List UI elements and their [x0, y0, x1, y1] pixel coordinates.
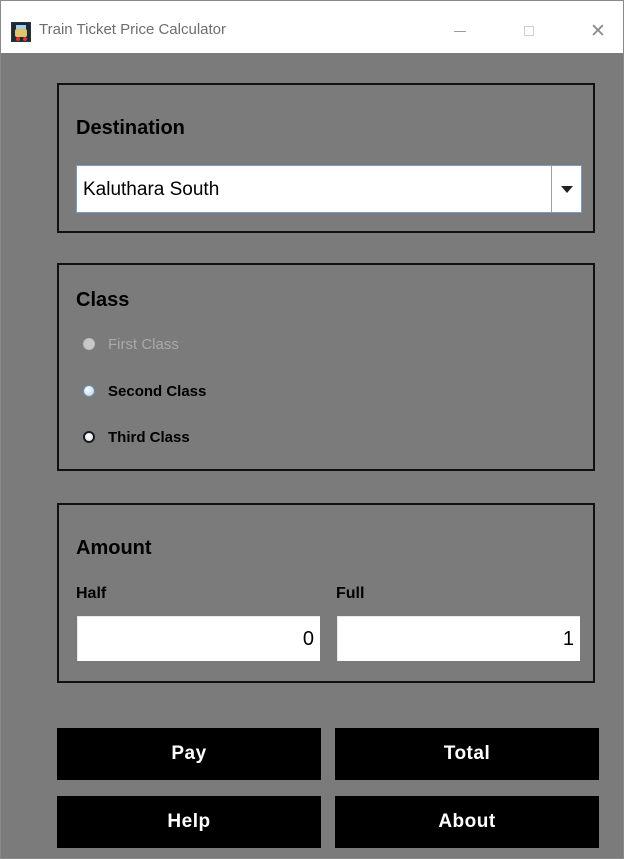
maximize-icon [524, 26, 534, 36]
destination-selected-value: Kaluthara South [83, 179, 220, 200]
half-quantity-value: 0 [302, 628, 314, 650]
train-icon [11, 22, 31, 42]
dropdown-arrow-button[interactable] [551, 166, 581, 212]
full-label: Full [336, 585, 365, 602]
chevron-down-icon [560, 185, 573, 193]
destination-heading: Destination [76, 117, 185, 139]
total-button[interactable]: Total [335, 728, 599, 780]
destination-dropdown[interactable]: Kaluthara South [76, 165, 582, 213]
close-button[interactable]: ✕ [575, 15, 621, 47]
about-button[interactable]: About [335, 796, 599, 848]
class-heading: Class [76, 289, 130, 311]
full-quantity-field[interactable]: 1 [336, 615, 581, 662]
radio-label-second-class: Second Class [108, 382, 207, 400]
close-icon: ✕ [590, 20, 606, 42]
half-label: Half [76, 585, 107, 602]
amount-heading: Amount [76, 537, 152, 559]
radio-second-class[interactable]: Second Class [83, 381, 206, 401]
title-bar[interactable]: Train Ticket Price Calculator ✕ [1, 1, 623, 53]
radio-first-class[interactable]: First Class [83, 334, 179, 354]
half-quantity-field[interactable]: 0 [76, 615, 321, 662]
radio-third-class[interactable]: Third Class [83, 427, 190, 447]
radio-button-icon [83, 431, 95, 443]
radio-button-icon [83, 338, 95, 350]
app-window: Train Ticket Price Calculator ✕ Destinat… [0, 0, 624, 859]
radio-label-first-class: First Class [108, 335, 179, 353]
maximize-button[interactable] [506, 15, 552, 47]
help-button[interactable]: Help [57, 796, 321, 848]
radio-button-icon [83, 385, 95, 397]
minimize-icon [454, 30, 466, 32]
full-quantity-value: 1 [562, 628, 574, 650]
minimize-button[interactable] [437, 15, 483, 47]
window-title: Train Ticket Price Calculator [39, 21, 227, 38]
radio-label-third-class: Third Class [108, 428, 190, 446]
pay-button[interactable]: Pay [57, 728, 321, 780]
